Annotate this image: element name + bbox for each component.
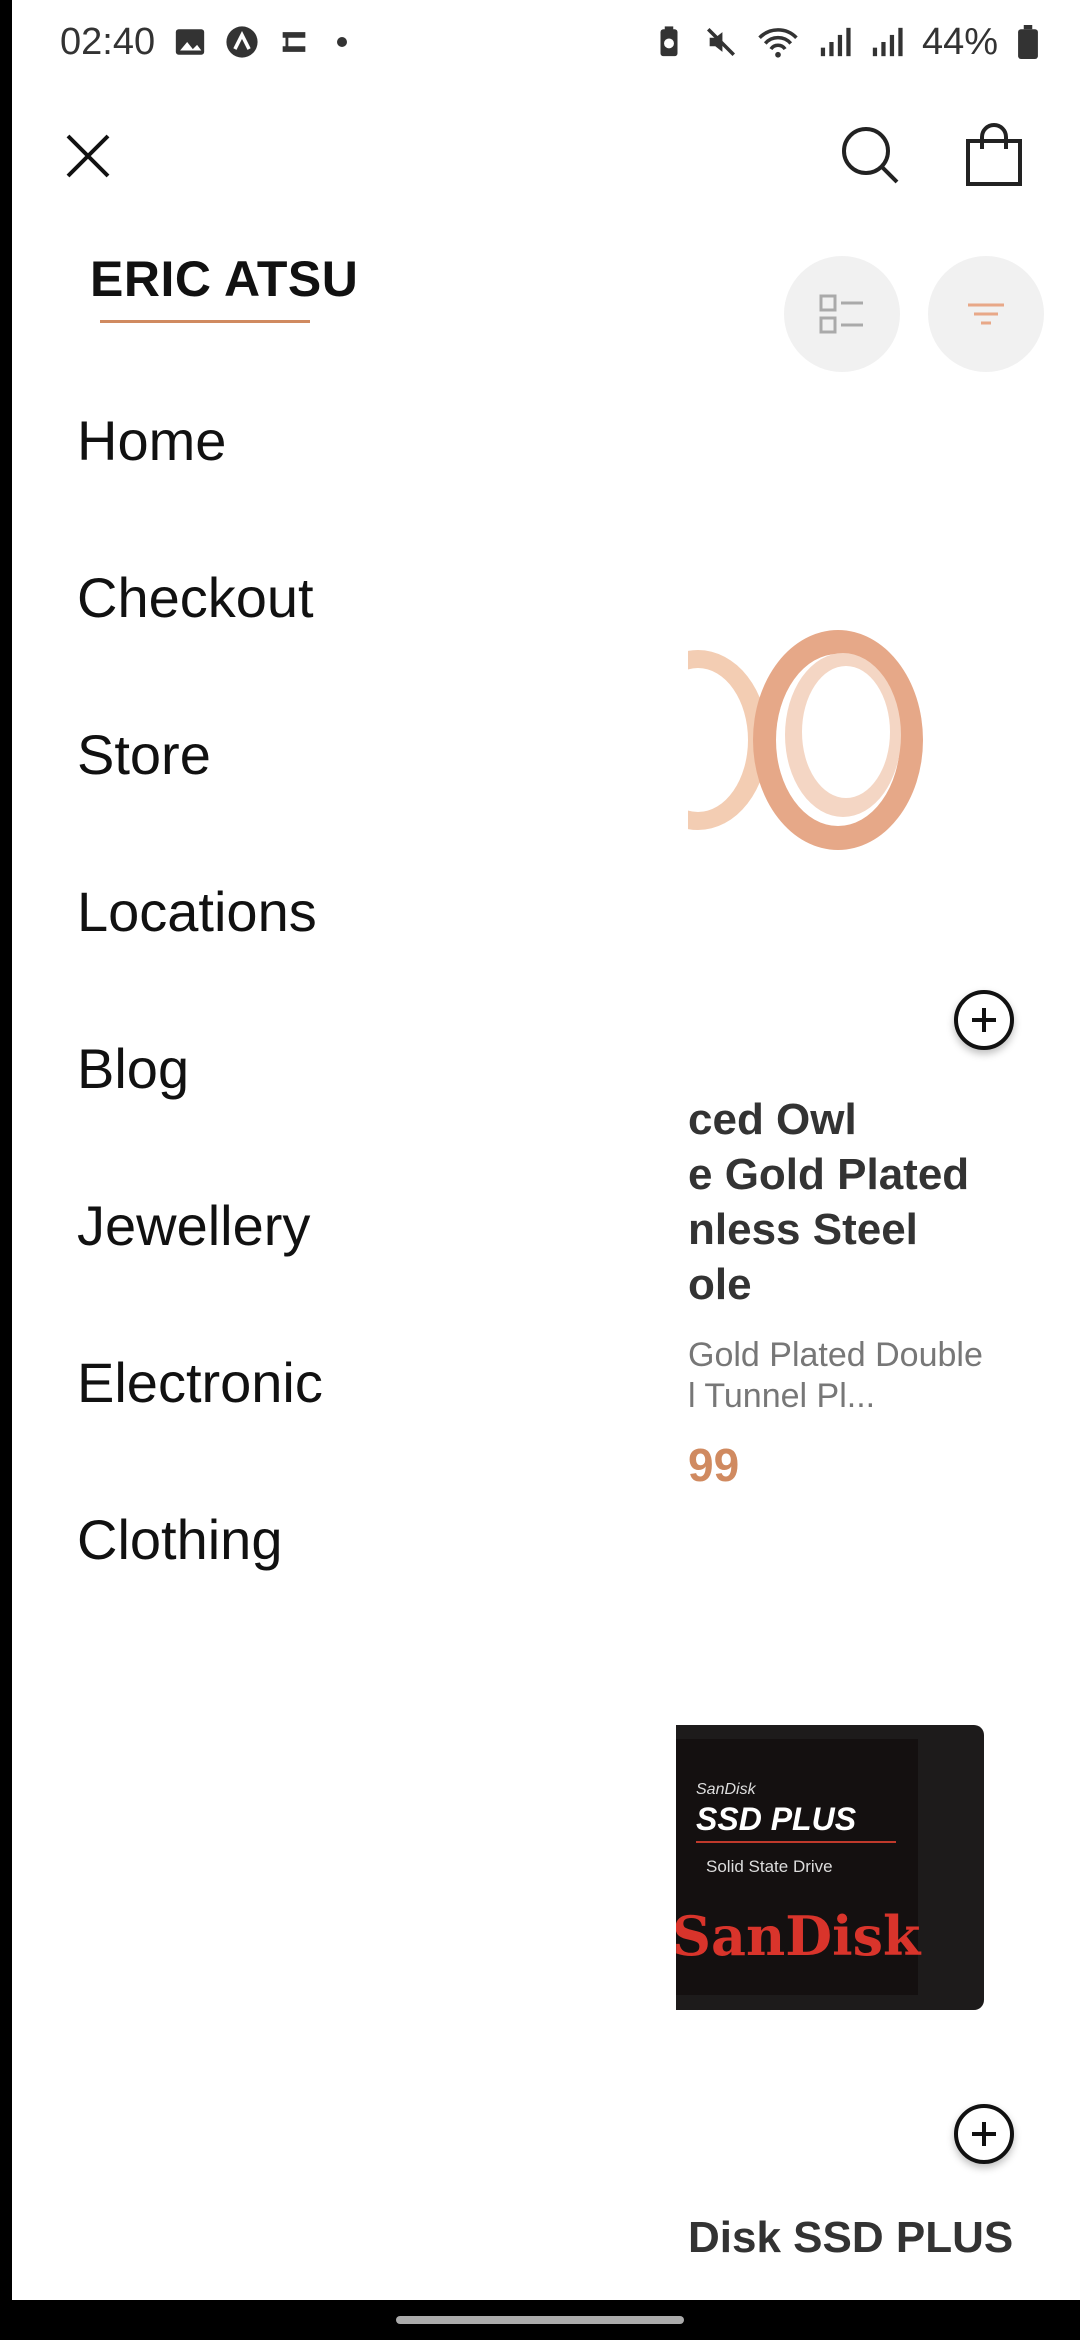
cart-button[interactable]: [954, 115, 1034, 195]
add-to-cart-button[interactable]: [954, 2104, 1014, 2164]
menu-item-jewellery[interactable]: Jewellery: [12, 1185, 676, 1342]
signal-icon-2: [872, 27, 903, 57]
menu-item-label: Clothing: [77, 1508, 283, 1571]
ssd-brand-small: SanDisk: [696, 1781, 756, 1798]
ssd-model: SSD PLUS: [696, 1801, 857, 1837]
product-price: 99: [688, 1439, 740, 1491]
drawer-menu: Home Checkout Store Locations Blog Jewel…: [12, 400, 676, 1656]
add-circle-icon: [972, 2122, 996, 2146]
ssd-subtitle: Solid State Drive: [706, 1857, 833, 1876]
menu-item-label: Electronic: [77, 1351, 323, 1414]
shopping-bag-icon: [966, 123, 1022, 186]
battery-percent: 44%: [921, 20, 998, 63]
menu-item-store[interactable]: Store: [12, 714, 676, 871]
menu-item-locations[interactable]: Locations: [12, 871, 676, 1028]
top-bar: [12, 110, 1080, 200]
gallery-icon: [175, 29, 205, 55]
product-title-line: e Gold Plated: [688, 1150, 970, 1199]
status-bar: 02:40 44%: [12, 0, 1080, 84]
menu-item-label: Home: [77, 409, 227, 472]
product-list-background: ced Owl e Gold Plated nless Steel ole Go…: [676, 200, 1080, 2300]
battery-icon: [1018, 25, 1038, 59]
product-title-line: ced Owl: [688, 1095, 857, 1144]
close-drawer-button[interactable]: [52, 120, 124, 192]
menu-item-home[interactable]: Home: [12, 400, 676, 557]
menu-item-blog[interactable]: Blog: [12, 1028, 676, 1185]
menu-item-label: Store: [77, 723, 211, 786]
menu-item-checkout[interactable]: Checkout: [12, 557, 676, 714]
app-screen: 02:40 44% ced Owl e Gold Plated nless St…: [12, 0, 1080, 2300]
product-image-tunnel[interactable]: [676, 620, 988, 870]
product-description-line: l Tunnel Pl...: [688, 1377, 876, 1415]
search-icon: [842, 127, 899, 184]
product-title-line: ole: [688, 1260, 752, 1309]
filter-button[interactable]: [928, 256, 1044, 372]
close-icon: [66, 134, 110, 178]
mute-icon: [706, 27, 735, 57]
filter-icon: [968, 303, 1004, 325]
ssd-label: SanDisk SSD PLUS Solid State Drive SanDi…: [676, 1739, 921, 1995]
battery-saver-icon: [660, 26, 678, 57]
status-time: 02:40: [60, 20, 156, 63]
menu-item-label: Checkout: [77, 566, 314, 629]
product-title-line: Disk SSD PLUS: [688, 2213, 1014, 2262]
product-description-line: Gold Plated Double: [688, 1336, 983, 1374]
menu-item-label: Locations: [77, 880, 317, 943]
menu-item-electronic[interactable]: Electronic: [12, 1342, 676, 1499]
list-view-button[interactable]: [784, 256, 900, 372]
cast-notification-icon: [282, 32, 306, 52]
add-to-cart-button[interactable]: [954, 990, 1014, 1050]
signal-icon: [820, 27, 851, 57]
brand-name: ERIC ATSU: [90, 251, 359, 307]
add-circle-icon: [972, 1008, 996, 1032]
home-gesture-handle[interactable]: [396, 2316, 684, 2324]
ssd-divider: [696, 1841, 896, 1843]
product-title-line: nless Steel: [688, 1205, 918, 1254]
brand-underline: [100, 320, 310, 323]
status-left: 02:40: [60, 20, 348, 64]
search-button[interactable]: [830, 115, 910, 195]
menu-item-clothing[interactable]: Clothing: [12, 1499, 676, 1656]
app-notification-icon: [226, 26, 258, 58]
menu-item-label: Jewellery: [77, 1194, 311, 1257]
navigation-drawer: ERIC ATSU Home Checkout Store Locations …: [12, 200, 676, 2300]
menu-item-label: Blog: [77, 1037, 190, 1100]
more-notifications-dot: [337, 37, 348, 47]
product-image-ssd[interactable]: SanDisk SSD PLUS Solid State Drive SanDi…: [676, 1725, 984, 2010]
ssd-logo: SanDisk: [676, 1904, 921, 1968]
status-right: 44%: [652, 21, 1040, 64]
list-view-icon: [819, 294, 863, 334]
wifi-icon: [758, 28, 798, 58]
